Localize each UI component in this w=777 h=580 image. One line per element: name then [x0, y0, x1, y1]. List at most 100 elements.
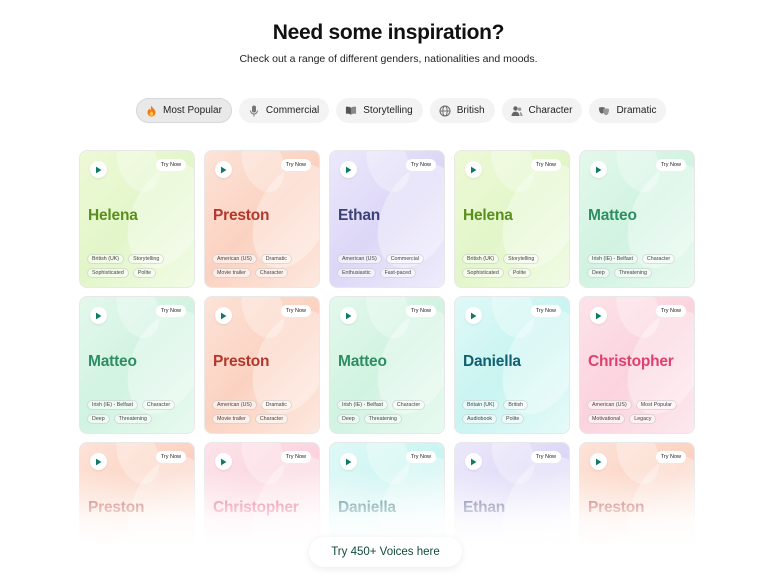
voice-tag: Polite	[501, 414, 525, 424]
play-button[interactable]	[90, 453, 107, 470]
voice-tag: American (US)	[337, 254, 382, 264]
play-button[interactable]	[465, 453, 482, 470]
voice-card[interactable]: Try Now Preston American (US) Dramatic Movie…	[204, 150, 320, 288]
voice-tag: Motivational	[587, 414, 626, 424]
voice-card[interactable]: Try Now Matteo Irish (IE) - Belfast Charact…	[79, 296, 195, 434]
play-button[interactable]	[340, 161, 357, 178]
voice-name: Matteo	[338, 353, 387, 370]
try-now-button[interactable]: Try Now	[655, 159, 686, 171]
voice-card[interactable]: Try Now Ethan American (US) Commercial Enthu…	[329, 150, 445, 288]
play-icon	[471, 166, 477, 173]
voice-card[interactable]: Try Now Matteo Irish (IE) - Belfast Charact…	[329, 296, 445, 434]
voice-card[interactable]: Try Now Helena British (UK) Storytelling Sop…	[454, 150, 570, 288]
voice-tag: Commercial	[385, 254, 424, 264]
voice-tag: Irish (IE) - Belfast	[87, 400, 138, 410]
voice-tag: Audiobook	[462, 414, 498, 424]
voice-tag: British (UK)	[462, 254, 500, 264]
try-now-button[interactable]: Try Now	[280, 305, 311, 317]
voice-name: Matteo	[588, 207, 637, 224]
voice-tag: Deep	[337, 414, 360, 424]
try-now-button[interactable]: Try Now	[155, 305, 186, 317]
people-icon	[511, 105, 523, 117]
try-now-button[interactable]: Try Now	[280, 159, 311, 171]
voice-tag: Threatening	[613, 268, 652, 278]
voice-tag: Polite	[507, 268, 532, 278]
voice-card[interactable]: Try Now Christopher	[204, 442, 320, 580]
voice-tags: Irish (IE) - Belfast Character Deep Threate…	[337, 400, 438, 424]
try-now-button[interactable]: Try Now	[530, 159, 561, 171]
play-icon	[596, 166, 602, 173]
play-button[interactable]	[590, 453, 607, 470]
play-button[interactable]	[215, 453, 232, 470]
filter-chip-british[interactable]: British	[429, 98, 495, 123]
try-now-button[interactable]: Try Now	[530, 451, 561, 463]
play-icon	[96, 166, 102, 173]
microphone-icon	[248, 105, 260, 117]
voice-card[interactable]: Try Now Ethan	[454, 442, 570, 580]
voice-tag: Sophisticated	[462, 268, 504, 278]
try-now-button[interactable]: Try Now	[405, 159, 436, 171]
try-voices-button[interactable]: Try 450+ Voices here	[309, 537, 462, 567]
try-now-button[interactable]: Try Now	[655, 451, 686, 463]
voice-card[interactable]: Try Now Christopher American (US) Most Popu…	[579, 296, 695, 434]
play-button[interactable]	[90, 307, 107, 324]
filter-chip-commercial[interactable]: Commercial	[238, 98, 330, 123]
voice-tag: Enthusiastic	[337, 268, 376, 278]
voice-card[interactable]: Try Now Preston	[579, 442, 695, 580]
play-button[interactable]	[465, 161, 482, 178]
voice-name: Preston	[213, 353, 270, 370]
play-button[interactable]	[465, 307, 482, 324]
play-icon	[471, 458, 477, 465]
voice-name: Preston	[213, 207, 270, 224]
play-icon	[346, 312, 352, 319]
play-button[interactable]	[340, 307, 357, 324]
play-button[interactable]	[590, 161, 607, 178]
voice-tags: American (US) Dramatic Movie trailer Charac…	[212, 400, 313, 424]
globe-icon	[439, 105, 451, 117]
filter-chip-label: British	[456, 105, 485, 116]
voice-tag: Irish (IE) - Belfast	[337, 400, 388, 410]
try-now-button[interactable]: Try Now	[405, 305, 436, 317]
try-now-button[interactable]: Try Now	[155, 159, 186, 171]
try-now-button[interactable]: Try Now	[530, 305, 561, 317]
masks-icon	[598, 105, 610, 117]
voice-tag: Threatening	[113, 414, 152, 424]
filter-chip-most-popular[interactable]: Most Popular	[136, 98, 232, 123]
play-icon	[596, 458, 602, 465]
voice-tag: American (US)	[212, 400, 257, 410]
try-now-button[interactable]: Try Now	[280, 451, 311, 463]
play-button[interactable]	[590, 307, 607, 324]
try-now-button[interactable]: Try Now	[655, 305, 686, 317]
voice-tags: Irish (IE) - Belfast Character Deep Threate…	[587, 254, 688, 278]
voice-tag: Character	[391, 400, 426, 410]
voice-tags: Britain (UK) British Audiobook Polite	[462, 400, 563, 424]
voice-tag: Most Popular	[635, 400, 677, 410]
try-now-button[interactable]: Try Now	[405, 451, 436, 463]
voice-grid: Try Now Helena British (UK) Storytelling Sop…	[79, 150, 695, 580]
voice-tag: Threatening	[363, 414, 402, 424]
voice-card[interactable]: Try Now Daniella Britain (UK) British Audiob…	[454, 296, 570, 434]
voice-card[interactable]: Try Now Helena British (UK) Storytelling Sop…	[79, 150, 195, 288]
voice-card[interactable]: Try Now Preston American (US) Dramatic Movie…	[204, 296, 320, 434]
voice-card[interactable]: Try Now Preston	[79, 442, 195, 580]
play-button[interactable]	[215, 307, 232, 324]
voice-tag: Sophisticated	[87, 268, 129, 278]
voice-card[interactable]: Try Now Matteo Irish (IE) - Belfast Charact…	[579, 150, 695, 288]
play-button[interactable]	[215, 161, 232, 178]
filter-chip-character[interactable]: Character	[501, 98, 583, 123]
filter-chip-label: Character	[528, 105, 573, 116]
filter-chip-dramatic[interactable]: Dramatic	[589, 98, 667, 123]
voice-tags: American (US) Dramatic Movie trailer Charac…	[212, 254, 313, 278]
play-button[interactable]	[340, 453, 357, 470]
voice-tag: Character	[641, 254, 676, 264]
voice-name: Preston	[588, 499, 645, 516]
filter-chip-label: Dramatic	[616, 105, 657, 116]
page-title: Need some inspiration?	[272, 21, 505, 44]
play-icon	[221, 166, 227, 173]
book-icon	[345, 105, 357, 117]
try-now-button[interactable]: Try Now	[155, 451, 186, 463]
filter-chip-storytelling[interactable]: Storytelling	[336, 98, 423, 123]
voice-tag: Polite	[132, 268, 157, 278]
play-icon	[96, 312, 102, 319]
play-button[interactable]	[90, 161, 107, 178]
